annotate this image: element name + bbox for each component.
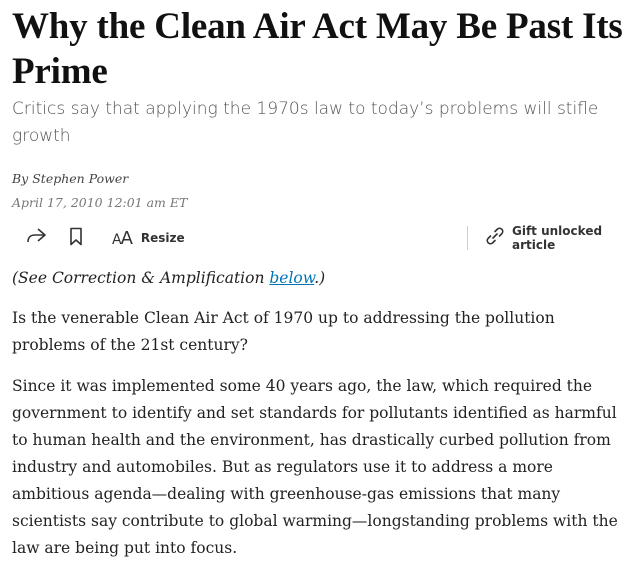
bookmark-button[interactable]: [68, 227, 84, 249]
correction-link[interactable]: below: [269, 269, 314, 287]
share-arrow-icon: [25, 227, 47, 249]
publish-date: April 17, 2010 12:01 am ET: [12, 195, 188, 210]
toolbar-divider: [467, 226, 468, 250]
text-resize-icon: AA: [112, 227, 133, 249]
article-page: Why the Clean Air Act May Be Past Its Pr…: [0, 0, 642, 588]
byline: By Stephen Power: [12, 170, 632, 188]
gift-article-button[interactable]: Gift unlocked article: [484, 224, 632, 252]
bookmark-icon: [69, 227, 83, 250]
correction-note: (See Correction & Amplification below.): [12, 265, 632, 291]
headline: Why the Clean Air Act May Be Past Its Pr…: [12, 6, 623, 92]
gift-article-label: Gift unlocked article: [512, 224, 603, 252]
author-link[interactable]: Stephen Power: [32, 171, 128, 186]
share-button[interactable]: [24, 227, 48, 249]
body-paragraph-1: Is the venerable Clean Air Act of 1970 u…: [12, 309, 555, 354]
article-dek: Critics say that applying the 1970s law …: [12, 99, 599, 146]
byline-prefix: By: [12, 171, 29, 186]
correction-suffix: .): [314, 269, 326, 287]
resize-label: Resize: [140, 231, 185, 245]
link-icon: [484, 226, 506, 250]
correction-prefix: (See Correction & Amplification: [12, 269, 270, 287]
resize-button[interactable]: AA Resize: [112, 227, 185, 249]
article-toolbar: AA Resize Gift unlocked article: [12, 221, 632, 255]
body-paragraph-2: Since it was implemented some 40 years a…: [12, 377, 618, 557]
